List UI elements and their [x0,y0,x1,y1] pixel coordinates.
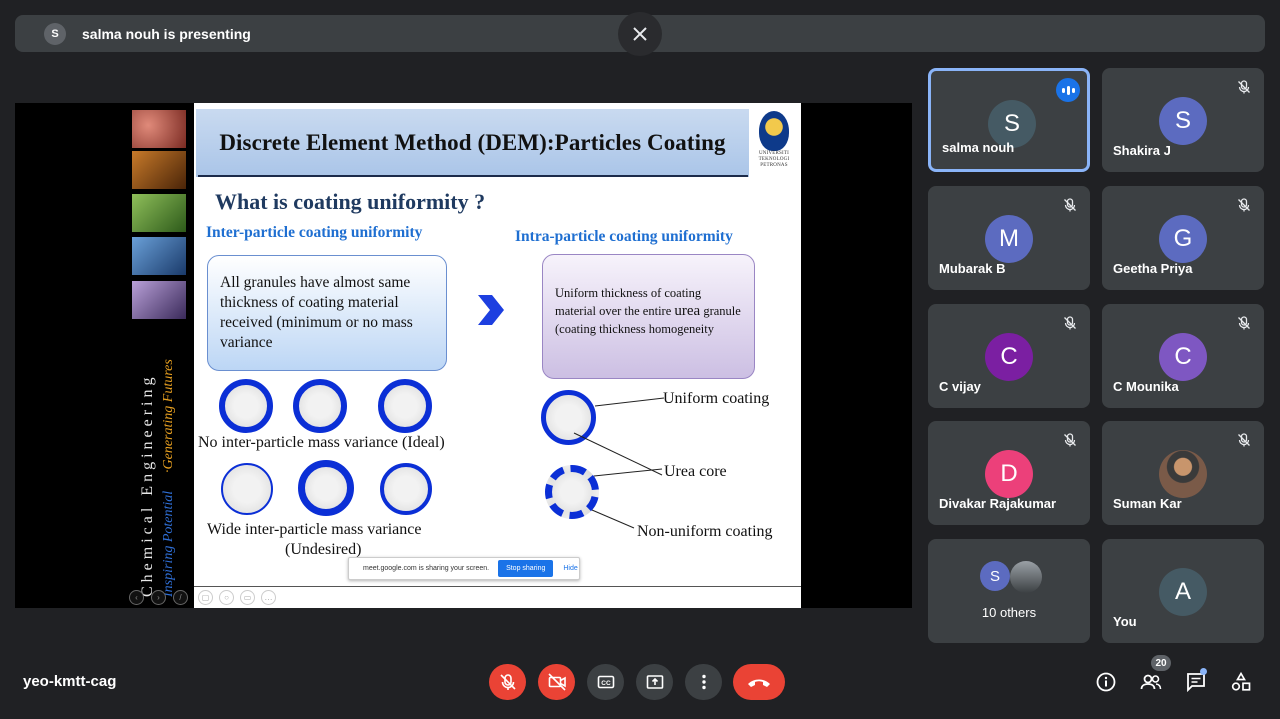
activities-icon [1231,671,1251,691]
avatar: C [1159,333,1207,381]
others-label: 10 others [981,605,1037,620]
participant-name: salma nouh [942,140,1015,155]
captions-button[interactable]: CC [587,664,624,700]
participant-count-badge: 20 [1151,655,1171,671]
avatar: C [985,333,1033,381]
participant-tile[interactable]: Suman Kar [1102,421,1264,525]
participant-name: Mubarak B [939,261,1006,276]
participant-tile[interactable]: G Geetha Priya [1102,186,1264,290]
avatar: G [1159,215,1207,263]
speaking-indicator-icon [1056,78,1080,102]
slide-prev-icon[interactable]: ‹ [129,590,144,605]
close-icon[interactable] [618,12,662,56]
slide-next-icon[interactable]: › [151,590,166,605]
avatar: D [985,450,1033,498]
avatar-photo [1159,450,1207,498]
mic-off-icon [1062,315,1078,331]
slide-copy-icon[interactable]: ▢ [198,590,213,605]
stop-sharing-button[interactable]: Stop sharing [498,560,554,577]
slide-bottom-line [194,586,801,587]
info-icon [1096,672,1116,692]
avatar: A [1159,568,1207,616]
slide-side-strip: Chemical Engineering Inspiring Potential… [15,103,194,608]
participant-name: Suman Kar [1113,496,1182,511]
label-urea-core: Urea core [664,463,727,480]
participant-tile[interactable]: CC Mounika [1102,304,1264,408]
participant-tile[interactable]: A You [1102,539,1264,643]
participant-tile[interactable]: M Mubarak B [928,186,1090,290]
participant-name: C vijay [939,379,981,394]
side-photo-3 [132,194,186,232]
mic-off-icon [1236,432,1252,448]
participant-name: Shakira J [1113,143,1171,158]
participant-tile[interactable]: Ssalma nouh [928,68,1090,172]
mic-off-icon [1236,79,1252,95]
camera-off-icon [547,673,566,691]
avatar: M [985,215,1033,263]
presentation-stage: Chemical Engineering Inspiring Potential… [15,103,912,608]
slide-pen-icon[interactable]: / [173,590,188,605]
hangup-icon [748,679,770,687]
mic-off-icon [1062,197,1078,213]
participant-name: Divakar Rajakumar [939,496,1057,511]
slide-zoom-icon[interactable]: ○ [219,590,234,605]
participant-name: You [1113,614,1137,629]
participant-name: C Mounika [1113,379,1179,394]
share-status-text: meet.google.com is sharing your screen. [363,565,490,572]
side-text-inspiring: Inspiring Potential [161,490,176,597]
label-uniform-coating: Uniform coating [663,390,770,407]
side-photo-4 [132,237,186,275]
side-photo-1 [132,110,186,148]
participant-tile[interactable]: S 10 others [928,539,1090,643]
captions-icon: CC [597,675,614,689]
camera-off-button[interactable] [538,664,575,700]
mic-off-icon [1236,315,1252,331]
avatar: S [980,561,1010,591]
svg-text:CC: CC [601,680,611,687]
present-button[interactable] [636,664,673,700]
chat-button[interactable] [1179,665,1213,699]
side-text-chemical: Chemical Engineering [139,373,156,597]
more-options-button[interactable] [685,664,722,700]
label-nonuniform-coating: Non-uniform coating [637,523,773,540]
slide-view-icon[interactable]: ▭ [240,590,255,605]
mic-off-icon [1062,432,1078,448]
meeting-info-button[interactable] [1089,665,1123,699]
mic-off-icon [1236,197,1252,213]
slide: Discrete Element Method (DEM):Particles … [194,103,801,608]
meeting-code: yeo-kmtt-cag [23,673,117,690]
screen-share-bar: meet.google.com is sharing your screen. … [348,557,580,580]
mic-off-icon [499,674,516,690]
hangup-button[interactable] [733,664,785,700]
presenter-avatar: S [44,22,66,45]
hide-share-bar-link[interactable]: Hide [563,565,577,572]
people-icon [1140,674,1162,690]
side-photo-5 [132,281,186,319]
chat-unread-dot [1200,668,1207,675]
more-vert-icon [701,674,706,690]
present-icon [646,675,663,689]
presenting-text: salma nouh is presenting [82,25,251,42]
side-text-generating: ·Generating Futures [161,359,176,473]
slide-more-icon[interactable]: … [261,590,276,605]
participant-tile[interactable]: C C vijay [928,304,1090,408]
mic-off-button[interactable] [489,664,526,700]
avatar: S [1159,97,1207,145]
participant-tile[interactable]: S Shakira J [1102,68,1264,172]
activities-button[interactable] [1224,665,1258,699]
participant-tile[interactable]: D Divakar Rajakumar [928,421,1090,525]
avatar-photo [1010,561,1042,593]
participant-name: Geetha Priya [1113,261,1193,276]
side-photo-2 [132,151,186,189]
